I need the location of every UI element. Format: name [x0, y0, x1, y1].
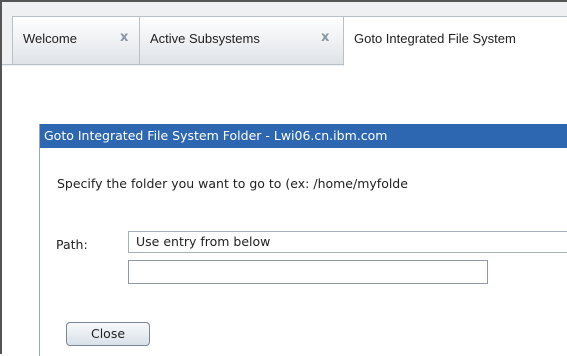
- tab-label-goto-integrated-file-system: Goto Integrated File System: [354, 31, 516, 46]
- tab-label-welcome: Welcome: [23, 31, 77, 46]
- dialog-title: Goto Integrated File System Folder - Lwi…: [40, 124, 567, 148]
- tab-active-subsystems[interactable]: Active Subsystems x: [139, 16, 344, 64]
- path-label: Path:: [56, 237, 88, 252]
- close-button[interactable]: Close: [66, 322, 150, 346]
- tab-welcome[interactable]: Welcome x: [12, 16, 144, 64]
- tab-goto-integrated-file-system[interactable]: Goto Integrated File System: [343, 16, 567, 66]
- close-tab-welcome-icon[interactable]: x: [120, 30, 128, 45]
- tab-bar: Welcome x Active Subsystems x Goto Integ…: [2, 2, 567, 66]
- goto-folder-dialog: Goto Integrated File System Folder - Lwi…: [39, 124, 567, 356]
- path-input[interactable]: [128, 260, 488, 284]
- app-frame: Welcome x Active Subsystems x Goto Integ…: [0, 0, 567, 356]
- path-option-select[interactable]: Use entry from below: [128, 231, 567, 253]
- dialog-instructions: Specify the folder you want to go to (ex…: [57, 176, 408, 191]
- tab-label-active-subsystems: Active Subsystems: [150, 31, 260, 46]
- close-tab-active-subsystems-icon[interactable]: x: [321, 30, 329, 45]
